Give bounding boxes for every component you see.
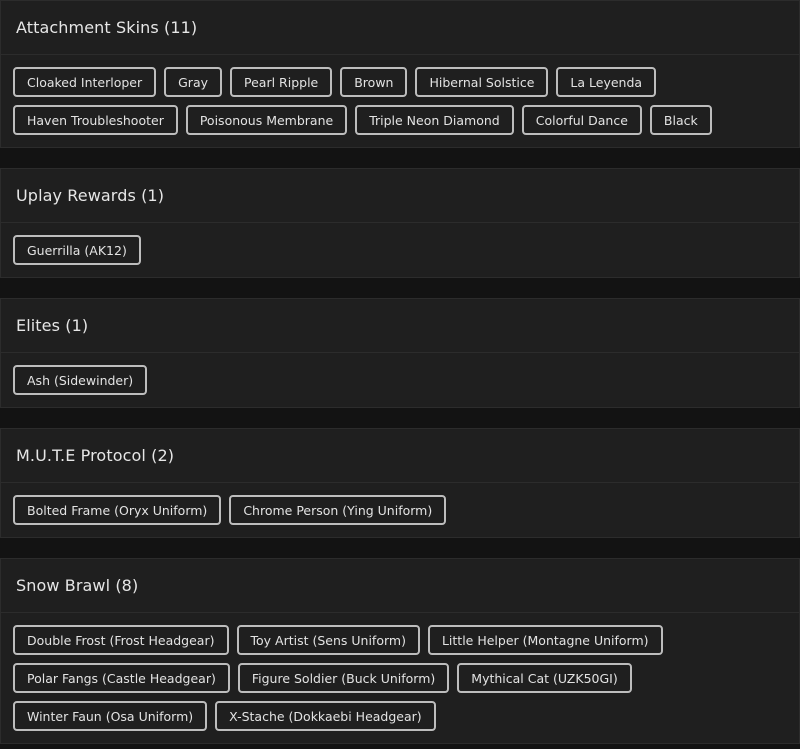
skin-chip[interactable]: Bolted Frame (Oryx Uniform) [13, 495, 222, 525]
section-title: Snow Brawl (8) [1, 559, 799, 613]
skin-chip[interactable]: Guerrilla (AK12) [13, 235, 141, 265]
skin-chip[interactable]: La Leyenda [556, 67, 657, 97]
chip-list: Guerrilla (AK12) [1, 223, 799, 277]
skin-chip[interactable]: Pearl Ripple [230, 67, 333, 97]
chip-list: Ash (Sidewinder) [1, 353, 799, 407]
skin-chip[interactable]: Black [649, 105, 712, 135]
section-title: Uplay Rewards (1) [1, 169, 799, 223]
panel-uplay-rewards: Uplay Rewards (1) Guerrilla (AK12) [0, 168, 800, 278]
skin-chip[interactable]: Chrome Person (Ying Uniform) [229, 495, 447, 525]
chip-list: Bolted Frame (Oryx Uniform) Chrome Perso… [1, 483, 799, 537]
skin-chip[interactable]: Polar Fangs (Castle Headgear) [13, 663, 230, 693]
skin-chip[interactable]: Haven Troubleshooter [13, 105, 178, 135]
skin-chip[interactable]: Hibernal Solstice [415, 67, 549, 97]
skin-chip[interactable]: Brown [340, 67, 408, 97]
panel-mute-protocol: M.U.T.E Protocol (2) Bolted Frame (Oryx … [0, 428, 800, 538]
skin-chip[interactable]: Figure Soldier (Buck Uniform) [237, 663, 450, 693]
panel-attachment-skins: Attachment Skins (11) Cloaked Interloper… [0, 0, 800, 148]
skin-chip[interactable]: Colorful Dance [521, 105, 642, 135]
chip-list: Cloaked Interloper Gray Pearl Ripple Bro… [1, 55, 799, 147]
skin-chip[interactable]: Double Frost (Frost Headgear) [13, 625, 229, 655]
panel-elites: Elites (1) Ash (Sidewinder) [0, 298, 800, 408]
panel-snow-brawl: Snow Brawl (8) Double Frost (Frost Headg… [0, 558, 800, 744]
skin-chip[interactable]: X-Stache (Dokkaebi Headgear) [215, 701, 436, 731]
skin-chip[interactable]: Mythical Cat (UZK50GI) [457, 663, 632, 693]
skin-chip[interactable]: Ash (Sidewinder) [13, 365, 148, 395]
section-title: M.U.T.E Protocol (2) [1, 429, 799, 483]
skin-chip[interactable]: Little Helper (Montagne Uniform) [427, 625, 663, 655]
skin-chip[interactable]: Triple Neon Diamond [355, 105, 514, 135]
skin-chip[interactable]: Poisonous Membrane [185, 105, 348, 135]
skin-chip[interactable]: Winter Faun (Osa Uniform) [13, 701, 208, 731]
section-title: Attachment Skins (11) [1, 1, 799, 55]
skin-chip[interactable]: Toy Artist (Sens Uniform) [236, 625, 420, 655]
skin-chip[interactable]: Gray [164, 67, 223, 97]
skin-chip[interactable]: Cloaked Interloper [13, 67, 157, 97]
chip-list: Double Frost (Frost Headgear) Toy Artist… [1, 613, 799, 743]
section-title: Elites (1) [1, 299, 799, 353]
